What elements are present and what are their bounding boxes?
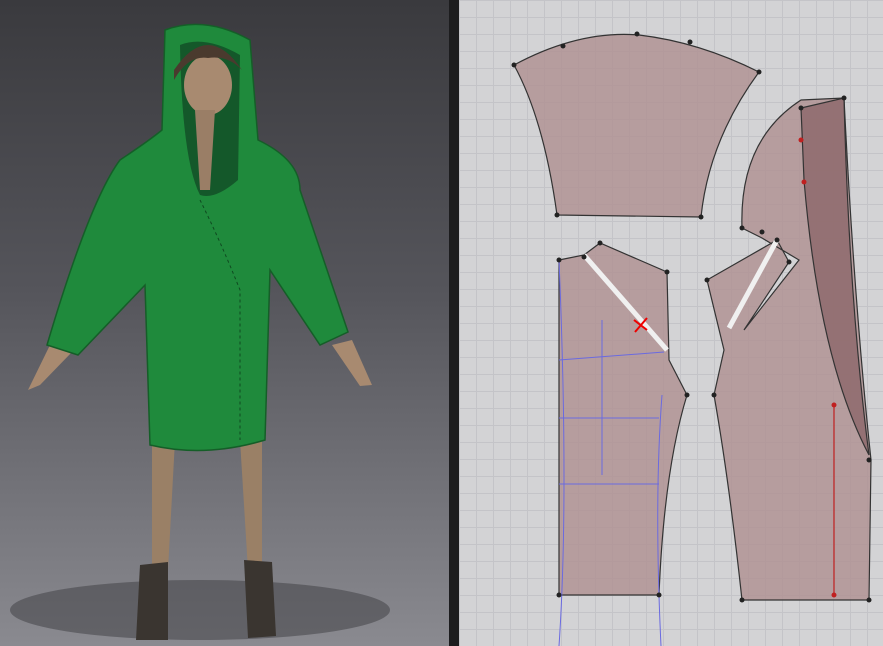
back-pattern-piece[interactable]	[558, 242, 688, 596]
3d-viewport[interactable]	[0, 0, 449, 646]
right-hand	[332, 340, 372, 386]
left-hand	[28, 345, 72, 390]
left-leg	[152, 440, 175, 570]
panel-splitter[interactable]	[449, 0, 459, 646]
right-boot	[244, 560, 276, 638]
right-leg	[240, 440, 262, 570]
avatar-with-coat	[10, 23, 390, 640]
left-boot	[136, 562, 168, 640]
floor-shadow	[10, 580, 390, 640]
2d-pattern-window[interactable]	[459, 0, 883, 646]
pattern-pieces	[511, 31, 872, 646]
head	[184, 55, 232, 115]
sleeve-pattern-piece[interactable]	[513, 33, 760, 218]
